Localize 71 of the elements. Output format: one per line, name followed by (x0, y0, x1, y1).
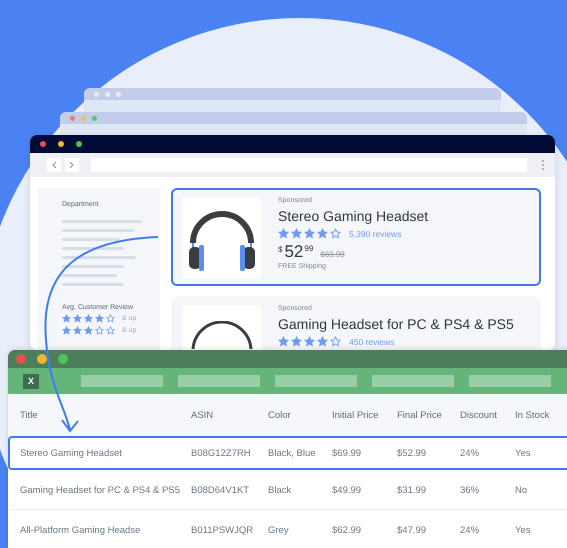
table-cell-text: Black, Blue (268, 448, 317, 458)
star-outline-icon (95, 326, 104, 335)
star-icon (317, 336, 328, 347)
star-icon (291, 228, 302, 239)
table-cell-text: B011PSWJQR (191, 525, 254, 536)
table-cell-text: Grey (268, 525, 290, 536)
table-cell-text: $31.99 (397, 485, 428, 496)
star-outline-icon (106, 314, 115, 323)
table-row[interactable]: All-Platform Gaming Headse B011PSWJQR Grey $62.99 $47.99 24% Yes (8, 510, 567, 548)
table-cell-text: 36% (460, 485, 480, 496)
chevron-right-icon (69, 161, 75, 169)
price: 52 (284, 242, 304, 262)
close-dot-icon[interactable] (40, 141, 46, 147)
app-logo: X (23, 374, 39, 389)
star-outline-icon (330, 228, 341, 239)
table-cell-text: $49.99 (332, 485, 362, 496)
column-header: Title (20, 410, 39, 421)
table-cell-text: $62.99 (332, 525, 362, 536)
minimize-dot-icon[interactable] (37, 354, 47, 364)
star-icon (291, 336, 302, 347)
more-icon[interactable] (541, 159, 545, 171)
maximize-dot-icon[interactable] (58, 354, 68, 364)
chevron-left-icon (51, 161, 57, 169)
column-header: Initial Price (332, 410, 380, 421)
star-icon (84, 314, 93, 323)
table-cell-text: 24% (460, 525, 480, 536)
table-row[interactable]: Stereo Gaming Headset B08G12Z7RH Black, Blue $69.99 $52.99 24% Yes (8, 436, 567, 470)
back-button[interactable] (47, 158, 61, 172)
star-icon (317, 228, 328, 239)
table-cell-text: $47.99 (397, 525, 428, 536)
star-icon (278, 336, 289, 347)
table-cell-text: B08G12Z7RH (191, 448, 252, 458)
table-cell-text: B08D64V1KT (191, 485, 250, 496)
table-cell-text: No (515, 485, 528, 496)
star-icon (304, 336, 315, 347)
star-icon (304, 228, 315, 239)
currency-symbol: $ (278, 245, 282, 254)
forward-button[interactable] (65, 158, 79, 172)
star-icon (278, 228, 289, 239)
list-price: $69.99 (320, 250, 345, 259)
table-cell-text: $52.99 (397, 448, 428, 458)
table-cell-text: Gaming Headset for PC & PS4 & PS5 (20, 485, 181, 496)
star-icon (62, 326, 71, 335)
star-icon (84, 326, 93, 335)
maximize-dot-icon[interactable] (76, 141, 82, 147)
column-header: In Stock (515, 410, 550, 421)
price-cents: 99 (304, 244, 314, 253)
table-cell-text: All-Platform Gaming Headse (20, 525, 142, 536)
star-icon (73, 314, 82, 323)
star-outline-icon (330, 336, 341, 347)
table-row[interactable]: Gaming Headset for PC & PS4 & PS5 B08D64V1KT Black $49.99 $31.99 36% No (8, 470, 567, 510)
star-icon (73, 326, 82, 335)
table-cell-text: Black (268, 485, 292, 496)
table-cell-text: Yes (515, 448, 532, 458)
table-cell-text: Stereo Gaming Headset (20, 448, 123, 458)
table-cell-text: 24% (460, 448, 480, 458)
review-count[interactable]: 450 reviews (349, 336, 394, 346)
star-icon (95, 314, 104, 323)
column-header: Discount (460, 410, 498, 421)
column-header: Color (268, 410, 292, 421)
product-title[interactable]: Stereo Gaming Headset (278, 208, 428, 224)
close-dot-icon[interactable] (16, 354, 26, 364)
table-cell-text: $69.99 (332, 448, 362, 458)
column-header: Final Price (397, 410, 443, 421)
minimize-dot-icon[interactable] (58, 141, 64, 147)
product-title[interactable]: Gaming Headset for PC & PS4 & PS5 (278, 316, 514, 332)
star-outline-icon (106, 326, 115, 335)
column-header: ASIN (191, 410, 214, 421)
star-icon (62, 314, 71, 323)
table-cell-text: Yes (515, 525, 532, 536)
review-count[interactable]: 5,390 reviews (349, 228, 402, 238)
